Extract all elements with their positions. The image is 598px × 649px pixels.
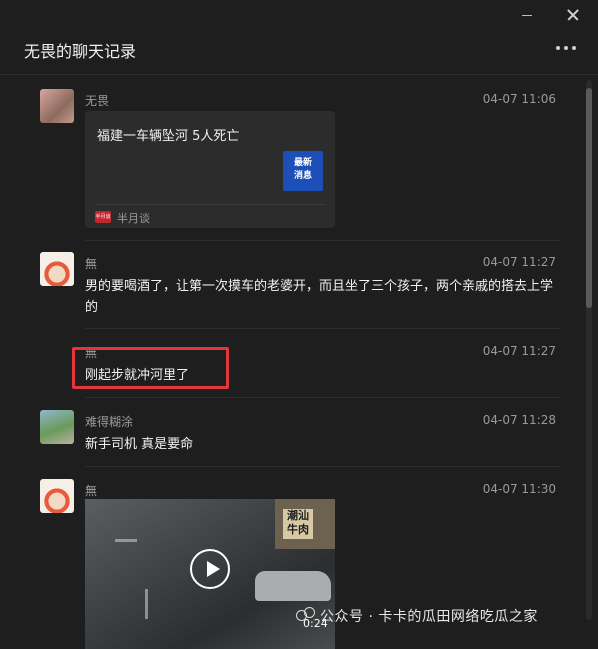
news-card[interactable]: 福建一车辆坠河 5人死亡 最新 消息 半月谈 半月谈: [85, 111, 335, 228]
sender-name: 無: [85, 257, 98, 271]
wechat-icon: [296, 607, 316, 623]
message-divider: [85, 466, 560, 467]
news-card-thumbnail: 最新 消息: [283, 151, 323, 191]
message-divider: [85, 240, 560, 241]
watermark: 公众号 · 卡卡的瓜田网络吃瓜之家: [296, 606, 538, 626]
play-icon[interactable]: [190, 549, 230, 589]
message-divider: [85, 328, 560, 329]
message-time: 04-07 11:27: [482, 255, 556, 269]
news-card-thumbnail-text: 最新 消息: [293, 158, 312, 181]
avatar[interactable]: [40, 89, 74, 123]
message-text: 男的要喝酒了，让第一次摸车的老婆开，而且坐了三个孩子，两个亲戚的搭去上学的: [85, 279, 554, 315]
news-card-source: 半月谈: [117, 212, 150, 225]
news-card-title: 福建一车辆坠河 5人死亡: [97, 129, 240, 144]
avatar[interactable]: [40, 410, 74, 444]
header-divider: [0, 74, 598, 75]
scrollbar-thumb[interactable]: [586, 88, 592, 308]
video-frame-road-line: [145, 589, 148, 619]
highlight-box: [72, 347, 229, 389]
more-icon[interactable]: [554, 40, 578, 56]
video-frame-road-line: [115, 539, 137, 542]
message-item: 难得糊涂 04-07 11:28 新手司机 真是要命: [40, 410, 560, 460]
close-icon[interactable]: [564, 6, 582, 24]
video-message[interactable]: 潮汕 牛肉 0:24: [85, 499, 335, 649]
message-time: 04-07 11:27: [482, 344, 556, 358]
message-time: 04-07 11:06: [482, 92, 556, 106]
sender-name: 难得糊涂: [85, 415, 134, 429]
message-time: 04-07 11:30: [482, 482, 556, 496]
message-item: 無 04-07 11:27 男的要喝酒了，让第一次摸车的老婆开，而且坐了三个孩子…: [40, 252, 560, 322]
message-text: 新手司机 真是要命: [85, 437, 194, 452]
sender-name: 无畏: [85, 94, 110, 108]
source-logo-icon: 半月谈: [95, 211, 111, 223]
avatar[interactable]: [40, 479, 74, 513]
watermark-text: 公众号 · 卡卡的瓜田网络吃瓜之家: [320, 609, 538, 625]
message-time: 04-07 11:28: [482, 413, 556, 427]
message-item: 无畏 04-07 11:06 福建一车辆坠河 5人死亡 最新 消息 半月谈 半月…: [40, 89, 560, 234]
window-titlebar: [0, 0, 598, 30]
avatar[interactable]: [40, 252, 74, 286]
sender-name: 無: [85, 484, 98, 498]
video-frame-car: [255, 571, 331, 601]
video-frame-sign: 潮汕 牛肉: [283, 509, 313, 539]
card-divider: [95, 204, 325, 205]
minimize-icon[interactable]: [518, 6, 536, 24]
message-divider: [85, 397, 560, 398]
chat-record-title: 无畏的聊天记录: [24, 42, 137, 61]
scrollbar[interactable]: [586, 80, 592, 620]
